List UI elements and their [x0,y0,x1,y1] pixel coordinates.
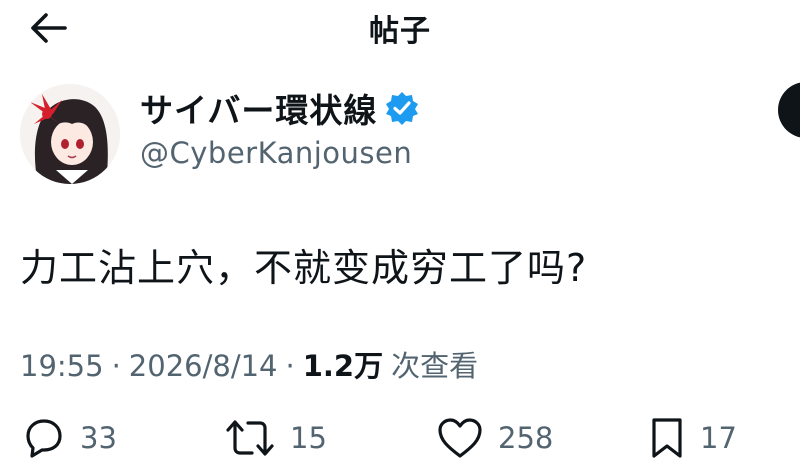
heart-icon [438,418,482,458]
post-detail-page: 帖子 サイバー環状線 @CyberKanjousen 力工沾上穴，不就变成穷工了… [0,0,800,463]
retweet-count: 15 [290,421,327,455]
tweet-date[interactable]: 2026/8/14 [129,349,278,383]
avatar[interactable] [20,84,120,184]
retweet-icon [226,420,274,456]
like-count: 258 [498,421,554,455]
tweet-meta: 19:55 · 2026/8/14 · 1.2万 次查看 [20,343,478,385]
page-title: 帖子 [369,14,431,49]
views-count[interactable]: 1.2万 [303,343,383,385]
reply-button[interactable]: 33 [22,414,117,462]
author-handle[interactable]: @CyberKanjousen [140,136,412,170]
tweet-text: 力工沾上穴，不就变成穷工了吗? [20,246,588,290]
retweet-button[interactable]: 15 [224,414,327,462]
meta-separator: · [111,349,121,383]
avatar-illustration [20,84,120,184]
meta-separator: · [285,349,295,383]
bookmark-count: 17 [700,421,737,455]
bookmark-button[interactable]: 17 [648,414,737,462]
verified-badge-icon [385,91,419,125]
author-name-row[interactable]: サイバー環状線 [140,84,419,132]
bookmark-icon [652,418,682,458]
tweet-time[interactable]: 19:55 [20,349,104,383]
reply-icon [26,419,62,458]
author-display-name: サイバー環状線 [140,91,378,130]
follow-button[interactable] [778,82,800,138]
like-button[interactable]: 258 [436,414,553,462]
views-label: 次查看 [391,349,479,383]
reply-count: 33 [80,421,117,455]
